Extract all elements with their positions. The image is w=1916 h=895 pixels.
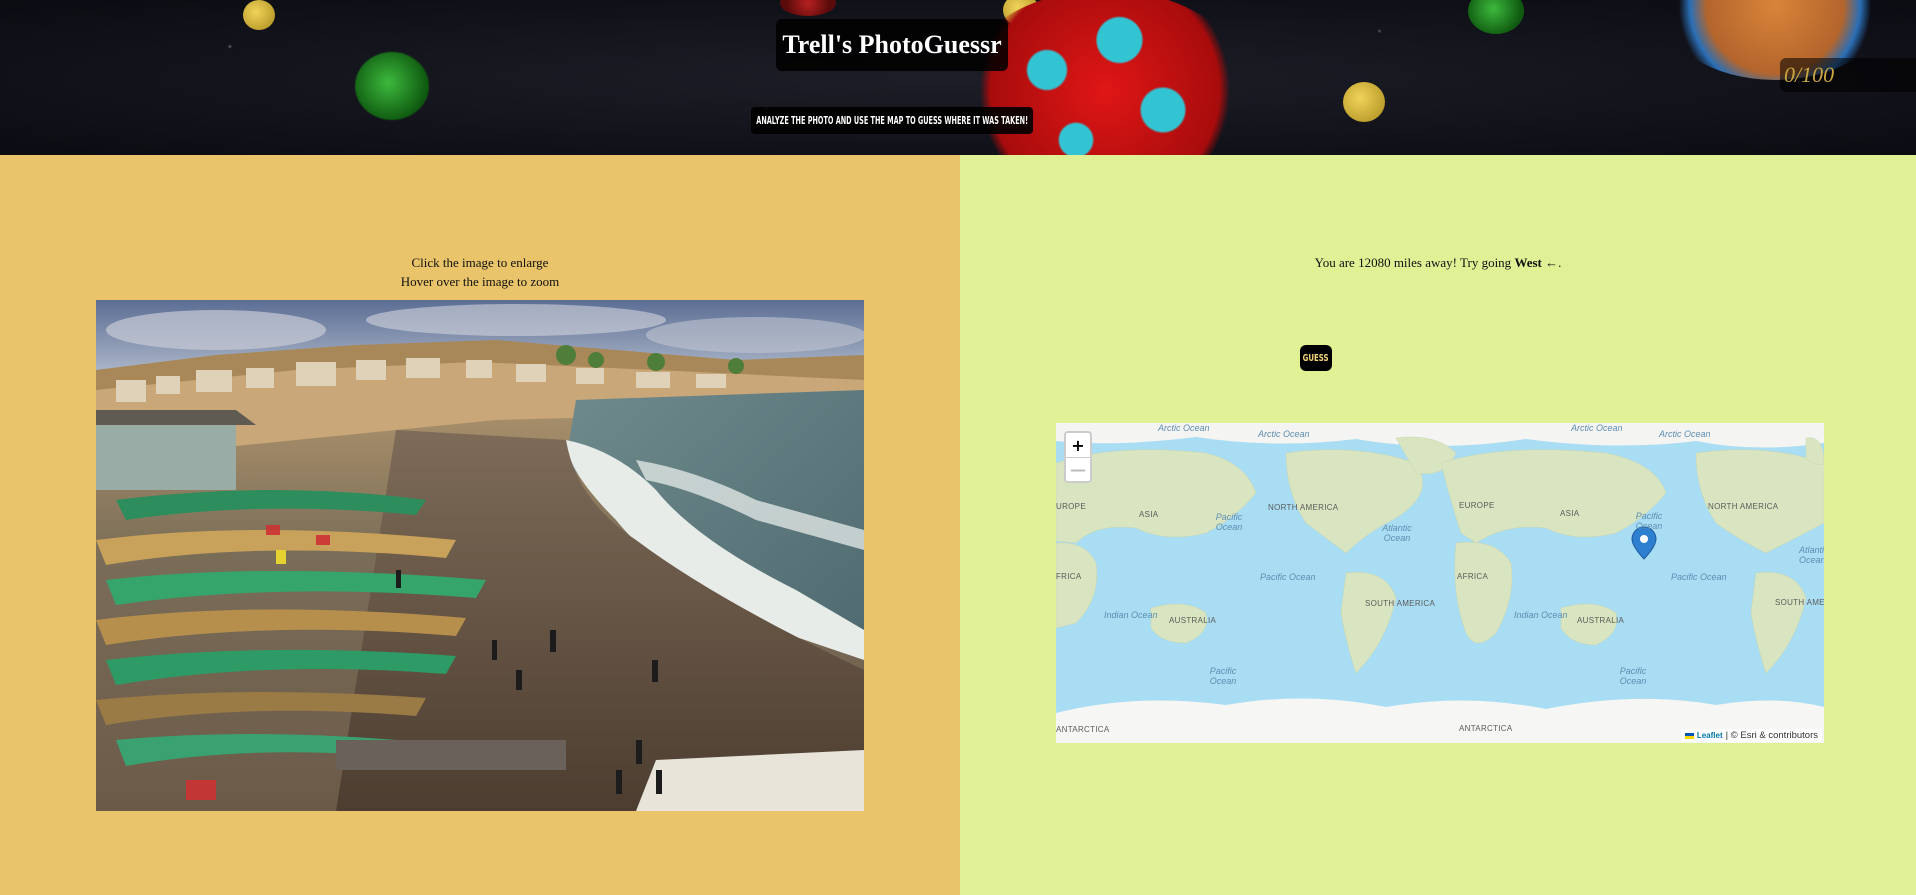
photo-illustration (96, 300, 864, 811)
zoom-control: + — (1064, 431, 1092, 483)
world-map[interactable]: Arctic Ocean Arctic Ocean Arctic Ocean A… (1056, 423, 1824, 743)
attribution-text: | © Esri & contributors (1725, 730, 1818, 741)
page-title-box: Trell's PhotoGuessr (776, 19, 1008, 71)
zoom-hint: Hover over the image to zoom (400, 274, 560, 289)
direction-arrow: ←. (1541, 255, 1562, 270)
map-label: Arctic Ocean (1158, 423, 1210, 433)
map-label: SOUTH AMERICA (1775, 598, 1824, 607)
map-label: SOUTH AMERICA (1365, 599, 1436, 608)
map-label: Pacific Ocean (1215, 512, 1243, 532)
green-planet-decoration (1468, 0, 1524, 34)
map-attribution: Leaflet | © Esri & contributors (1680, 729, 1822, 742)
guess-button-label: GUESS (1303, 352, 1329, 364)
subtitle-box: Analyze the photo and use the map to gue… (751, 107, 1033, 134)
map-label: ANTARCTICA (1056, 725, 1110, 734)
direction-hint: West (1514, 255, 1542, 270)
map-label: Pacific Ocean (1671, 572, 1727, 582)
map-label: AUSTRALIA (1577, 616, 1625, 625)
map-tiles (1056, 423, 1824, 743)
page-title: Trell's PhotoGuessr (782, 30, 1002, 59)
zoom-in-button[interactable]: + (1066, 433, 1090, 457)
map-label: NORTH AMERICA (1708, 502, 1779, 511)
map-label: Atlanti Ocean (1799, 545, 1824, 565)
map-label: Indian Ocean (1514, 610, 1568, 620)
map-label: FRICA (1056, 572, 1082, 581)
map-label: Pacific Ocean (1209, 666, 1237, 686)
distance-prefix: You are 12080 miles away! Try going (1314, 255, 1515, 270)
map-label: Arctic Ocean (1258, 429, 1310, 439)
leaflet-link[interactable]: Leaflet (1697, 731, 1723, 740)
yellow-planet-decoration (1343, 82, 1385, 122)
score-value: 0/100 (1784, 62, 1835, 87)
map-label: EUROPE (1459, 501, 1495, 510)
leaflet-flag-icon (1684, 732, 1694, 739)
map-label: Arctic Ocean (1571, 423, 1623, 433)
guess-photo[interactable] (96, 300, 864, 811)
score-display: 0/100 (1780, 58, 1916, 92)
green-planet-decoration (355, 52, 429, 120)
map-label: Pacific Ocean (1260, 572, 1316, 582)
distance-message: You are 12080 miles away! Try going West… (960, 255, 1916, 271)
map-label: AFRICA (1457, 572, 1489, 581)
map-label: Indian Ocean (1104, 610, 1158, 620)
guess-panel: You are 12080 miles away! Try going West… (960, 155, 1916, 895)
guess-button[interactable]: GUESS (1300, 345, 1332, 371)
map-label: Pacific Ocean (1635, 511, 1663, 531)
map-label: NORTH AMERICA (1268, 503, 1339, 512)
map-label: Arctic Ocean (1659, 429, 1711, 439)
map-label: UROPE (1056, 502, 1086, 511)
map-label: ANTARCTICA (1459, 724, 1513, 733)
map-label: ASIA (1139, 510, 1159, 519)
zoom-out-button[interactable]: — (1066, 457, 1090, 481)
map-label: Pacific Ocean (1619, 666, 1647, 686)
map-label: Atlantic Ocean (1382, 523, 1412, 543)
yellow-planet-decoration (243, 0, 275, 30)
map-label: AUSTRALIA (1169, 616, 1217, 625)
photo-panel: Click the image to enlarge Hover over th… (0, 155, 960, 895)
map-label: ASIA (1560, 509, 1580, 518)
header-banner: Trell's PhotoGuessr Analyze the photo an… (0, 0, 1916, 155)
enlarge-hint: Click the image to enlarge (411, 255, 549, 270)
red-planet-decoration (780, 0, 836, 16)
page-subtitle: Analyze the photo and use the map to gue… (756, 114, 1028, 127)
